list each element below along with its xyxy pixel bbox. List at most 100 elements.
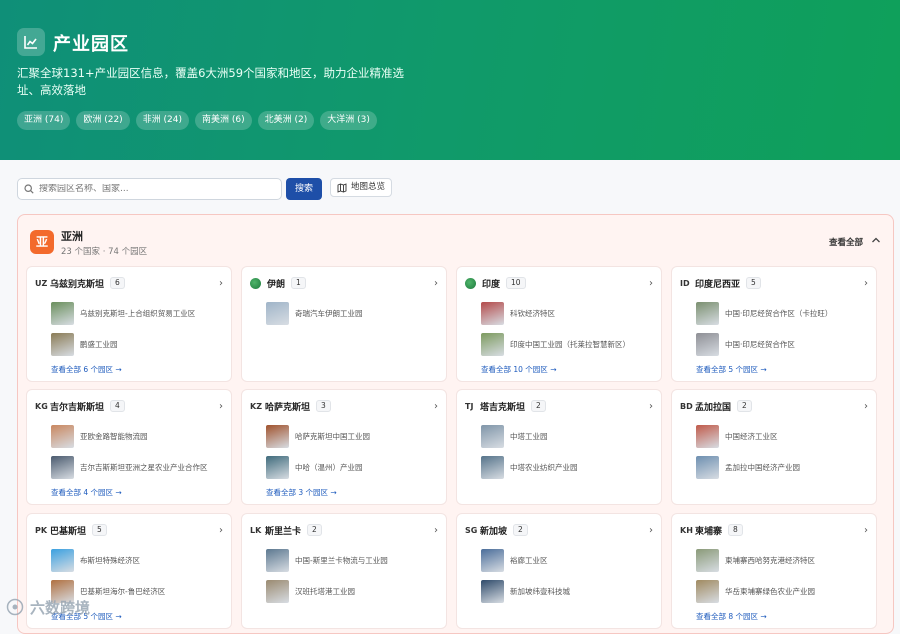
chart-icon: [17, 28, 45, 56]
country-card[interactable]: 伊朗 1 › 奇瑞汽车伊朗工业园: [241, 266, 447, 382]
chevron-right-icon[interactable]: ›: [649, 278, 653, 289]
park-list-item[interactable]: 汉班托塔港工业园: [266, 579, 355, 603]
country-card[interactable]: TJ 塔吉克斯坦 2 › 中塔工业园 中塔农业纺织产业园: [456, 389, 662, 505]
country-card-header[interactable]: 印度 10 ›: [465, 276, 653, 290]
park-name: 吉尔吉斯斯坦亚洲之星农业产业合作区: [80, 462, 208, 472]
country-code: ID: [680, 278, 690, 288]
park-list-item[interactable]: 华岳柬埔寨绿色农业产业园: [696, 579, 815, 603]
country-name: 巴基斯坦: [50, 526, 87, 537]
chevron-right-icon[interactable]: ›: [219, 278, 223, 289]
country-card[interactable]: KZ 哈萨克斯坦 3 › 哈萨克斯坦中国工业园中哈（温州）产业园查看全部 3 个园区 →: [241, 389, 447, 505]
park-list-item[interactable]: 哈萨克斯坦中国工业园: [266, 424, 370, 448]
view-all-parks-link[interactable]: 查看全部 6 个园区 →: [51, 364, 122, 375]
view-all-parks-link[interactable]: 查看全部 10 个园区 →: [481, 364, 556, 375]
country-name: 伊朗: [267, 279, 286, 290]
country-card[interactable]: KH 柬埔寨 8 › 柬埔寨西哈努克港经济特区 华岳柬埔寨绿色农业产业园 查看全部 8 个园…: [671, 513, 877, 629]
country-card-header[interactable]: SG 新加坡 2 ›: [465, 523, 653, 537]
tag-europe[interactable]: 欧洲 (22): [76, 111, 130, 130]
park-count-badge: 2: [531, 400, 546, 412]
chevron-right-icon[interactable]: ›: [219, 525, 223, 536]
country-card[interactable]: ID 印度尼西亚 5 › 中国·印尼经贸合作区（卡拉旺） 中国·印尼经贸合作区 查看全部 5…: [671, 266, 877, 382]
country-card[interactable]: SG 新加坡 2 › 裕廊工业区新加坡纬壹科技城: [456, 513, 662, 629]
park-list-item[interactable]: 乌兹别克斯坦-上合组织贸易工业区: [51, 301, 195, 325]
park-count-badge: 1: [291, 277, 306, 289]
park-list-item[interactable]: 鹏盛工业园: [51, 332, 118, 356]
tag-south-america[interactable]: 南美洲 (6): [195, 111, 252, 130]
tag-oceania[interactable]: 大洋洲 (3): [320, 111, 377, 130]
country-card-header[interactable]: TJ 塔吉克斯坦 2 ›: [465, 399, 653, 413]
chevron-right-icon[interactable]: ›: [434, 401, 438, 412]
chevron-right-icon[interactable]: ›: [219, 401, 223, 412]
park-list-item[interactable]: 亚欧金路智能物流园: [51, 424, 148, 448]
chevron-right-icon[interactable]: ›: [864, 525, 868, 536]
globe-icon: [250, 277, 261, 289]
park-name: 中塔工业园: [510, 431, 548, 441]
country-code: SG: [465, 525, 478, 535]
park-name: 中哈（温州）产业园: [295, 462, 363, 472]
chevron-right-icon[interactable]: ›: [864, 278, 868, 289]
park-list-item[interactable]: 孟加拉中国经济产业园: [696, 455, 800, 479]
park-name: 汉班托塔港工业园: [295, 586, 355, 596]
country-card-header[interactable]: KZ 哈萨克斯坦 3 ›: [250, 399, 438, 413]
park-list-item[interactable]: 科钦经济特区: [481, 301, 555, 325]
view-all-parks-link[interactable]: 查看全部 4 个园区 →: [51, 487, 122, 498]
country-card-header[interactable]: BD 孟加拉国 2 ›: [680, 399, 868, 413]
country-card-header[interactable]: KG 吉尔吉斯斯坦 4 ›: [35, 399, 223, 413]
chevron-right-icon[interactable]: ›: [649, 401, 653, 412]
country-card[interactable]: 印度 10 › 科钦经济特区印度中国工业园（托莱拉智慧新区） 查看全部 10 个园区 →: [456, 266, 662, 382]
park-list-item[interactable]: 新加坡纬壹科技城: [481, 579, 570, 603]
park-count-badge: 8: [728, 524, 743, 536]
tag-north-america[interactable]: 北美洲 (2): [257, 111, 315, 130]
park-list-item[interactable]: 裕廊工业区: [481, 548, 548, 572]
park-count-badge: 5: [746, 277, 761, 289]
country-code: KZ: [250, 401, 262, 411]
park-list-item[interactable]: 中国-斯里兰卡物流与工业园: [266, 548, 388, 572]
park-list-item[interactable]: 奇瑞汽车伊朗工业园: [266, 301, 363, 325]
country-card-header[interactable]: 伊朗 1 ›: [250, 276, 438, 290]
park-thumbnail: [266, 455, 289, 479]
country-card-header[interactable]: ID 印度尼西亚 5 ›: [680, 276, 868, 290]
country-card-header[interactable]: PK 巴基斯坦 5 ›: [35, 523, 223, 537]
park-thumbnail: [266, 579, 289, 603]
park-list-item[interactable]: 印度中国工业园（托莱拉智慧新区）: [481, 332, 630, 356]
view-all-parks-link[interactable]: 查看全部 8 个园区 →: [696, 611, 767, 622]
park-name: 华岳柬埔寨绿色农业产业园: [725, 586, 815, 596]
park-name: 布斯坦特殊经济区: [80, 555, 140, 565]
park-thumbnail: [696, 579, 719, 603]
country-card[interactable]: BD 孟加拉国 2 › 中国经济工业区 孟加拉中国经济产业园: [671, 389, 877, 505]
country-card-header[interactable]: LK 斯里兰卡 2 ›: [250, 523, 438, 537]
park-list-item[interactable]: 中塔工业园: [481, 424, 548, 448]
chevron-right-icon[interactable]: ›: [434, 525, 438, 536]
chevron-up-icon[interactable]: [869, 233, 883, 247]
park-list-item[interactable]: 布斯坦特殊经济区: [51, 548, 140, 572]
country-card-header[interactable]: KH 柬埔寨 8 ›: [680, 523, 868, 537]
chevron-right-icon[interactable]: ›: [649, 525, 653, 536]
region-view-all-button[interactable]: 查看全部: [829, 236, 863, 248]
country-card-header[interactable]: UZ 乌兹别克斯坦 6 ›: [35, 276, 223, 290]
map-icon: [337, 182, 347, 193]
view-all-parks-link[interactable]: 查看全部 3 个园区 →: [266, 487, 337, 498]
view-all-parks-link[interactable]: 查看全部 5 个园区 →: [696, 364, 767, 375]
park-name: 新加坡纬壹科技城: [510, 586, 570, 596]
tag-africa[interactable]: 非洲 (24): [135, 111, 190, 130]
park-thumbnail: [696, 548, 719, 572]
tag-asia[interactable]: 亚洲 (74): [17, 111, 71, 130]
search-icon: [24, 184, 34, 194]
park-list-item[interactable]: 中国经济工业区: [696, 424, 778, 448]
park-count-badge: 2: [307, 524, 322, 536]
park-list-item[interactable]: 中塔农业纺织产业园: [481, 455, 578, 479]
park-list-item[interactable]: 中哈（温州）产业园: [266, 455, 363, 479]
country-card[interactable]: KG 吉尔吉斯斯坦 4 › 亚欧金路智能物流园吉尔吉斯斯坦亚洲之星农业产业合作区查看全部…: [26, 389, 232, 505]
search-input[interactable]: [39, 184, 269, 194]
chevron-right-icon[interactable]: ›: [434, 278, 438, 289]
search-button[interactable]: 搜索: [286, 178, 322, 200]
chevron-right-icon[interactable]: ›: [864, 401, 868, 412]
park-list-item[interactable]: 吉尔吉斯斯坦亚洲之星农业产业合作区: [51, 455, 208, 479]
park-list-item[interactable]: 柬埔寨西哈努克港经济特区: [696, 548, 815, 572]
country-card[interactable]: UZ 乌兹别克斯坦 6 › 乌兹别克斯坦-上合组织贸易工业区 鹏盛工业园查看全部 6 个园…: [26, 266, 232, 382]
country-name: 乌兹别克斯坦: [50, 279, 105, 290]
country-card[interactable]: LK 斯里兰卡 2 › 中国-斯里兰卡物流与工业园 汉班托塔港工业园: [241, 513, 447, 629]
park-list-item[interactable]: 中国·印尼经贸合作区: [696, 332, 795, 356]
map-overview-button[interactable]: 地图总览: [330, 178, 393, 197]
park-list-item[interactable]: 中国·印尼经贸合作区（卡拉旺）: [696, 301, 832, 325]
